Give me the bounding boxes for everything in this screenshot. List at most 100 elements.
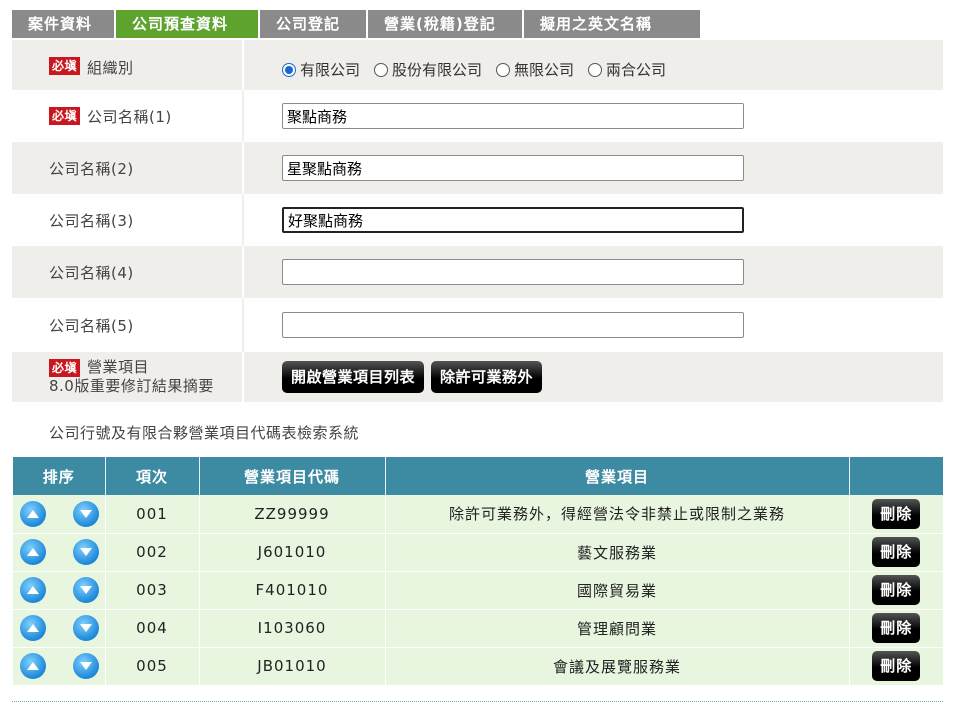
- precheck-form: 必塡 組織別 有限公司 股份有限公司 無限公司 兩合公司 必塡 公司名稱(1) …: [12, 40, 943, 402]
- tab-business-tax-registration[interactable]: 營業(稅籍)登記: [368, 10, 522, 38]
- radio-stock-company[interactable]: 股份有限公司: [374, 59, 482, 80]
- delete-button[interactable]: 刪除: [872, 498, 921, 529]
- table-row: 003 F401010 國際貿易業 刪除: [13, 571, 943, 610]
- row-action: 刪除: [849, 533, 943, 572]
- move-down-icon[interactable]: [72, 577, 99, 603]
- table-row: 005 JB01010 會議及展覽服務業 刪除: [13, 647, 943, 686]
- row-code: I103060: [199, 609, 386, 648]
- company-name-5-input[interactable]: [282, 312, 744, 338]
- radio-limited-company[interactable]: 有限公司: [282, 59, 360, 80]
- row-item: 除許可業務外，得經營法令非禁止或限制之業務: [385, 495, 850, 534]
- delete-button[interactable]: 刪除: [872, 575, 921, 605]
- company-name-4-label: 公司名稱(4): [49, 263, 134, 282]
- tab-english-name[interactable]: 擬用之英文名稱: [524, 10, 700, 38]
- company-name-2-input[interactable]: [282, 155, 744, 181]
- company-name-3-value-cell: [244, 194, 943, 246]
- company-name-1-value-cell: [244, 90, 943, 142]
- company-name-5-label: 公司名稱(5): [49, 316, 134, 335]
- required-badge: 必塡: [49, 57, 81, 75]
- delete-button[interactable]: 刪除: [872, 651, 921, 681]
- company-name-1-label: 公司名稱(1): [87, 107, 172, 126]
- row-action: 刪除: [849, 609, 943, 648]
- row-item: 國際貿易業: [385, 571, 850, 610]
- company-name-1-label-cell: 必塡 公司名稱(1): [12, 90, 244, 142]
- company-name-5-row: 公司名稱(5): [12, 298, 943, 352]
- row-number: 003: [105, 571, 200, 610]
- sort-cell: [13, 647, 106, 686]
- row-item: 會議及展覽服務業: [385, 647, 850, 686]
- move-up-icon[interactable]: [20, 653, 46, 679]
- search-system-link[interactable]: 公司行號及有限合夥營業項目代碼表檢索系統: [49, 422, 359, 443]
- move-up-icon[interactable]: [20, 577, 46, 603]
- move-down-icon[interactable]: [72, 500, 99, 527]
- sort-cell: [13, 571, 106, 610]
- company-name-4-row: 公司名稱(4): [12, 246, 943, 298]
- company-name-5-label-cell: 公司名稱(5): [12, 298, 244, 352]
- except-permitted-button[interactable]: 除許可業務外: [431, 361, 543, 393]
- radio-label: 兩合公司: [606, 61, 667, 79]
- business-items-label-group: 必塡 營業項目 8.0版重要修訂結果摘要: [49, 358, 214, 396]
- row-number: 004: [105, 609, 200, 648]
- org-type-value-cell: 有限公司 股份有限公司 無限公司 兩合公司: [244, 40, 943, 90]
- company-name-3-input[interactable]: [282, 207, 744, 233]
- row-number: 001: [105, 495, 200, 534]
- tab-case-info[interactable]: 案件資料: [12, 10, 114, 38]
- header-sort: 排序: [13, 457, 106, 495]
- table-row: 004 I103060 管理顧問業 刪除: [13, 609, 943, 648]
- sort-cell: [13, 495, 106, 534]
- company-name-2-label: 公司名稱(2): [49, 159, 134, 178]
- move-down-icon[interactable]: [72, 615, 99, 641]
- row-action: 刪除: [849, 495, 943, 534]
- required-badge: 必塡: [49, 107, 81, 125]
- company-name-4-value-cell: [244, 246, 943, 298]
- radio-unlimited-company[interactable]: 無限公司: [496, 59, 574, 80]
- revision-summary-link[interactable]: 8.0版重要修訂結果摘要: [49, 377, 214, 396]
- bottom-divider: [12, 701, 943, 702]
- business-items-value-cell: 開啟營業項目列表 除許可業務外: [244, 352, 943, 402]
- company-name-3-label: 公司名稱(3): [49, 211, 134, 230]
- move-down-icon[interactable]: [72, 539, 99, 565]
- radio-unchecked-icon[interactable]: [374, 62, 389, 77]
- radio-label: 有限公司: [300, 61, 361, 79]
- business-items-label-cell: 必塡 營業項目 8.0版重要修訂結果摘要: [12, 352, 244, 402]
- company-name-4-label-cell: 公司名稱(4): [12, 246, 244, 298]
- header-action: [849, 457, 943, 495]
- company-name-2-value-cell: [244, 142, 943, 194]
- company-name-1-input[interactable]: [282, 103, 744, 129]
- move-up-icon[interactable]: [20, 539, 46, 565]
- radio-mixed-company[interactable]: 兩合公司: [588, 59, 666, 80]
- move-down-icon[interactable]: [72, 653, 99, 679]
- row-item: 藝文服務業: [385, 533, 850, 572]
- open-business-list-button[interactable]: 開啟營業項目列表: [282, 361, 425, 393]
- sort-cell: [13, 533, 106, 572]
- delete-button[interactable]: 刪除: [872, 537, 921, 567]
- row-code: F401010: [199, 571, 386, 610]
- company-name-4-input[interactable]: [282, 259, 744, 285]
- radio-unchecked-icon[interactable]: [588, 62, 603, 77]
- org-type-row: 必塡 組織別 有限公司 股份有限公司 無限公司 兩合公司: [12, 40, 943, 90]
- row-code: JB01010: [199, 647, 386, 686]
- header-code: 營業項目代碼: [199, 457, 386, 495]
- radio-label: 股份有限公司: [392, 61, 483, 79]
- row-action: 刪除: [849, 571, 943, 610]
- company-name-1-row: 必塡 公司名稱(1): [12, 90, 943, 142]
- radio-unchecked-icon[interactable]: [496, 62, 511, 77]
- move-up-icon[interactable]: [20, 615, 46, 641]
- company-name-5-value-cell: [244, 298, 943, 352]
- business-items-row: 必塡 營業項目 8.0版重要修訂結果摘要 開啟營業項目列表 除許可業務外: [12, 352, 943, 402]
- radio-checked-icon[interactable]: [282, 62, 296, 77]
- company-name-3-row: 公司名稱(3): [12, 194, 943, 246]
- tab-company-precheck[interactable]: 公司預查資料: [116, 10, 258, 38]
- move-up-icon[interactable]: [20, 500, 46, 527]
- delete-button[interactable]: 刪除: [872, 613, 921, 643]
- table-row: 001 ZZ99999 除許可業務外，得經營法令非禁止或限制之業務 刪除: [13, 495, 943, 534]
- tab-company-registration[interactable]: 公司登記: [260, 10, 366, 38]
- header-item: 營業項目: [385, 457, 850, 495]
- row-code: ZZ99999: [199, 495, 386, 534]
- org-type-radio-group: 有限公司 股份有限公司 無限公司 兩合公司: [282, 53, 680, 80]
- row-number: 005: [105, 647, 200, 686]
- company-name-3-label-cell: 公司名稱(3): [12, 194, 244, 246]
- sort-cell: [13, 609, 106, 648]
- row-action: 刪除: [849, 647, 943, 686]
- row-item: 管理顧問業: [385, 609, 850, 648]
